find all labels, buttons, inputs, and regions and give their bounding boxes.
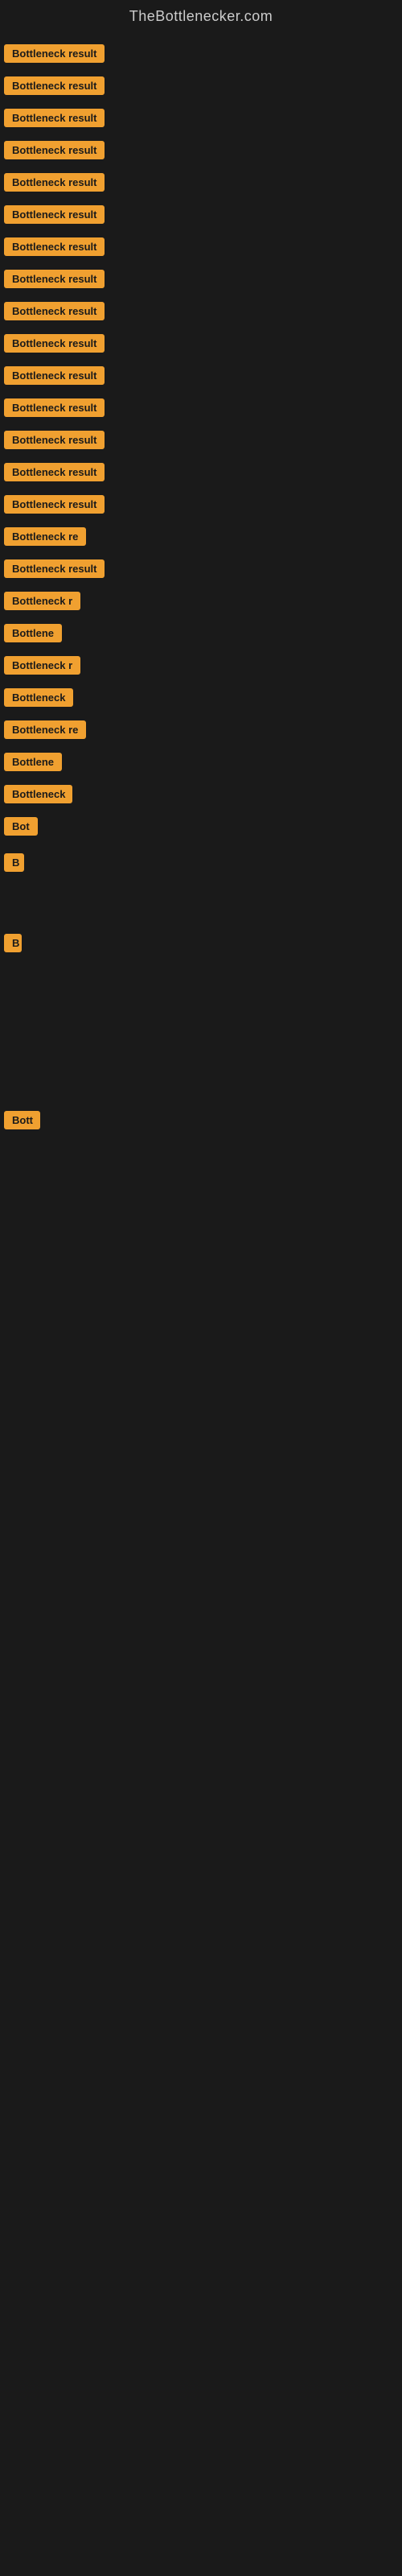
result-row-7: Bottleneck result — [4, 230, 402, 262]
bottleneck-label-23[interactable]: Bottlene — [4, 753, 62, 771]
result-row-31 — [4, 1051, 402, 1096]
result-row-14: Bottleneck result — [4, 456, 402, 488]
bottleneck-label-26[interactable]: B — [4, 853, 24, 872]
result-row-10: Bottleneck result — [4, 327, 402, 359]
bottleneck-label-5[interactable]: Bottleneck result — [4, 173, 105, 192]
bottleneck-label-6[interactable]: Bottleneck result — [4, 205, 105, 224]
result-row-32: Bott — [4, 1096, 402, 1144]
result-row-17: Bottleneck result — [4, 552, 402, 584]
result-row-18: Bottleneck r — [4, 584, 402, 617]
bottleneck-label-11[interactable]: Bottleneck result — [4, 366, 105, 385]
result-row-30 — [4, 1007, 402, 1051]
result-row-15: Bottleneck result — [4, 488, 402, 520]
result-row-33 — [4, 1144, 402, 1192]
site-title: TheBottlenecker.com — [0, 0, 402, 37]
result-row-9: Bottleneck result — [4, 295, 402, 327]
result-row-8: Bottleneck result — [4, 262, 402, 295]
bottleneck-label-2[interactable]: Bottleneck result — [4, 76, 105, 95]
bottleneck-label-19[interactable]: Bottlene — [4, 624, 62, 642]
bottleneck-label-3[interactable]: Bottleneck result — [4, 109, 105, 127]
bottleneck-label-9[interactable]: Bottleneck result — [4, 302, 105, 320]
bottleneck-label-16[interactable]: Bottleneck re — [4, 527, 86, 546]
bottleneck-label-25[interactable]: Bot — [4, 817, 38, 836]
bottleneck-label-21[interactable]: Bottleneck — [4, 688, 73, 707]
result-row-16: Bottleneck re — [4, 520, 402, 552]
result-row-2: Bottleneck result — [4, 69, 402, 101]
result-row-26: B — [4, 842, 402, 882]
bottleneck-label-14[interactable]: Bottleneck result — [4, 463, 105, 481]
bottleneck-label-8[interactable]: Bottleneck result — [4, 270, 105, 288]
bottleneck-label-20[interactable]: Bottleneck r — [4, 656, 80, 675]
bottleneck-label-32[interactable]: Bott — [4, 1111, 40, 1129]
result-row-12: Bottleneck result — [4, 391, 402, 423]
result-row-11: Bottleneck result — [4, 359, 402, 391]
results-container: Bottleneck result Bottleneck result Bottle… — [0, 37, 402, 1289]
bottleneck-label-22[interactable]: Bottleneck re — [4, 720, 86, 739]
result-row-29 — [4, 963, 402, 1007]
bottleneck-label-15[interactable]: Bottleneck result — [4, 495, 105, 514]
result-row-4: Bottleneck result — [4, 134, 402, 166]
bottleneck-label-12[interactable]: Bottleneck result — [4, 398, 105, 417]
result-row-23: Bottlene — [4, 745, 402, 778]
result-row-3: Bottleneck result — [4, 101, 402, 134]
result-row-35 — [4, 1241, 402, 1289]
result-row-21: Bottleneck — [4, 681, 402, 713]
result-row-34 — [4, 1192, 402, 1241]
result-row-20: Bottleneck r — [4, 649, 402, 681]
result-row-19: Bottlene — [4, 617, 402, 649]
result-row-24: Bottleneck — [4, 778, 402, 810]
result-row-28: B — [4, 923, 402, 963]
bottleneck-label-28[interactable]: B — [4, 934, 22, 952]
result-row-6: Bottleneck result — [4, 198, 402, 230]
bottleneck-label-10[interactable]: Bottleneck result — [4, 334, 105, 353]
bottleneck-label-24[interactable]: Bottleneck — [4, 785, 72, 803]
result-row-22: Bottleneck re — [4, 713, 402, 745]
result-row-13: Bottleneck result — [4, 423, 402, 456]
bottleneck-label-1[interactable]: Bottleneck result — [4, 44, 105, 63]
result-row-5: Bottleneck result — [4, 166, 402, 198]
result-row-27 — [4, 882, 402, 923]
bottleneck-label-18[interactable]: Bottleneck r — [4, 592, 80, 610]
bottleneck-label-17[interactable]: Bottleneck result — [4, 559, 105, 578]
bottleneck-label-13[interactable]: Bottleneck result — [4, 431, 105, 449]
bottleneck-label-4[interactable]: Bottleneck result — [4, 141, 105, 159]
result-row-25: Bot — [4, 810, 402, 842]
result-row-1: Bottleneck result — [4, 37, 402, 69]
bottleneck-label-7[interactable]: Bottleneck result — [4, 237, 105, 256]
